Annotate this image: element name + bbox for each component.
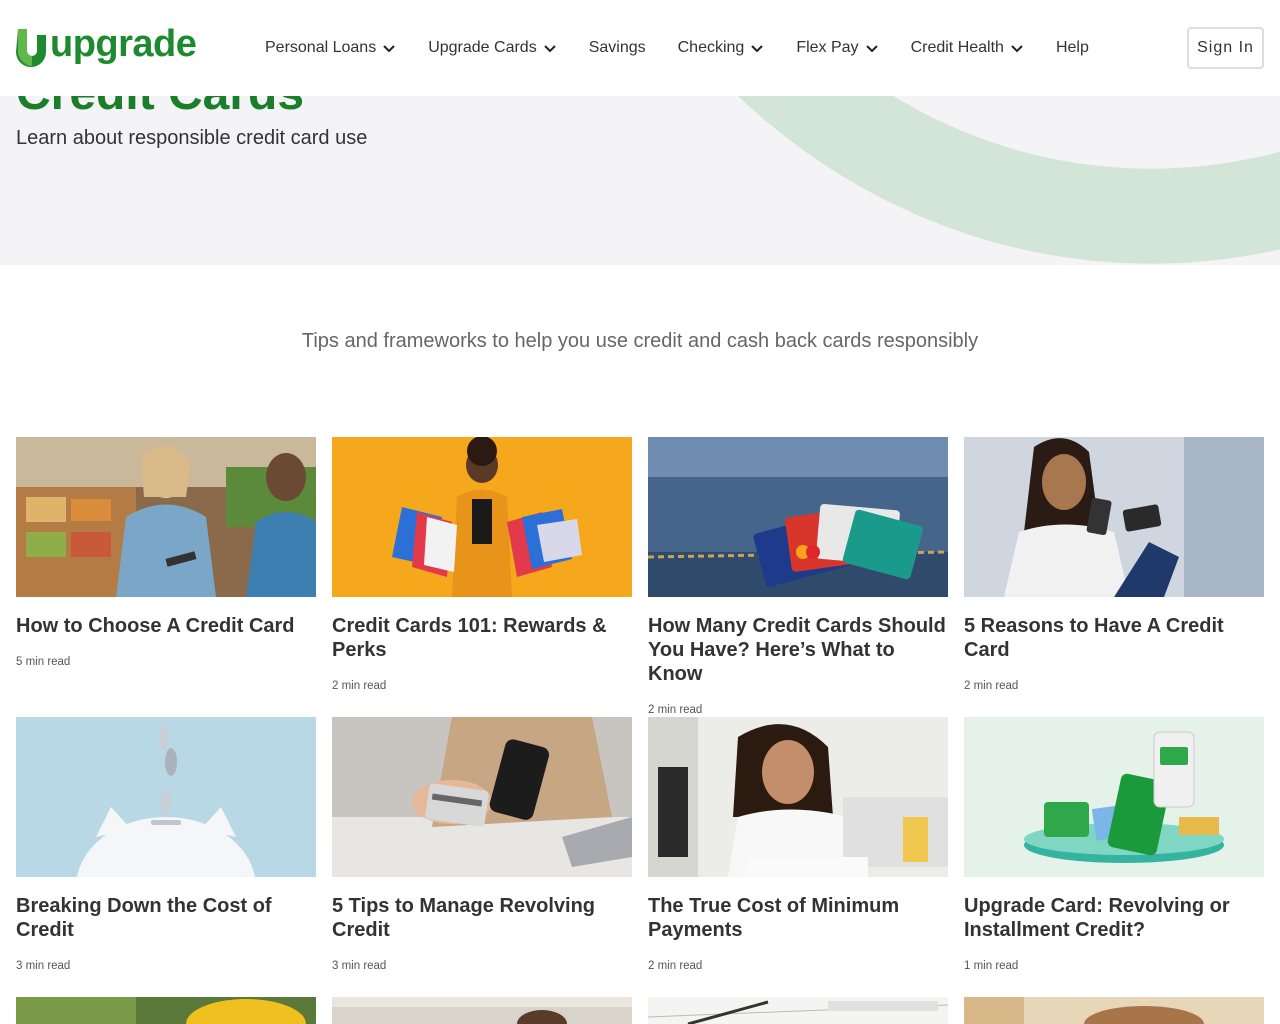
article-read-time: 3 min read <box>332 960 387 972</box>
article-title[interactable]: 5 Reasons to Have A Credit Card <box>964 614 1264 662</box>
chevron-down-icon <box>383 45 395 53</box>
article-card[interactable]: How Many Credit Cards Should You Have? H… <box>648 437 948 716</box>
upgrade-logo[interactable]: upgrade <box>16 25 197 67</box>
article-image <box>964 437 1264 597</box>
article-card[interactable]: 5 Reasons to Have A Credit Card 2 min re… <box>964 437 1264 692</box>
site-header: upgrade Personal Loans Upgrade Cards Sav… <box>0 0 1280 96</box>
nav-savings[interactable]: Savings <box>589 39 646 57</box>
article-read-time: 1 min read <box>964 960 1019 972</box>
article-image[interactable] <box>964 997 1264 1024</box>
chevron-down-icon <box>543 45 556 53</box>
article-title[interactable]: Credit Cards 101: Rewards & Perks <box>332 614 632 662</box>
article-image[interactable] <box>332 997 632 1024</box>
article-image <box>16 717 316 877</box>
nav-flex-pay[interactable]: Flex Pay <box>796 39 878 57</box>
article-read-time: 2 min read <box>648 960 703 972</box>
article-title[interactable]: The True Cost of Minimum Payments <box>648 894 948 942</box>
article-read-time: 2 min read <box>332 680 387 692</box>
article-title[interactable]: Upgrade Card: Revolving or Installment C… <box>964 894 1264 942</box>
section-tagline: Tips and frameworks to help you use cred… <box>301 330 979 352</box>
chevron-down-icon <box>865 45 878 53</box>
article-read-time: 2 min read <box>648 704 703 716</box>
article-image <box>648 717 948 877</box>
nav-label: Personal Loans <box>265 39 377 56</box>
nav-label: Credit Health <box>910 39 1004 56</box>
article-image <box>332 717 632 877</box>
page-subtitle: Learn about responsible credit card use <box>16 127 368 149</box>
article-image <box>332 437 632 597</box>
nav-upgrade-cards[interactable]: Upgrade Cards <box>428 39 557 57</box>
chevron-down-icon <box>1011 45 1023 53</box>
nav-label: Savings <box>588 39 646 56</box>
article-card[interactable]: How to Choose A Credit Card 5 min read <box>16 437 316 668</box>
article-image <box>964 717 1264 877</box>
nav-label: Checking <box>677 39 745 56</box>
article-card[interactable]: Breaking Down the Cost of Credit 3 min r… <box>16 717 316 972</box>
article-read-time: 2 min read <box>964 680 1019 692</box>
article-read-time: 3 min read <box>16 960 71 972</box>
article-title[interactable]: How to Choose A Credit Card <box>16 614 316 638</box>
nav-help[interactable]: Help <box>1056 39 1089 57</box>
article-image <box>16 437 316 597</box>
nav-checking[interactable]: Checking <box>678 39 765 57</box>
article-image[interactable] <box>16 997 316 1024</box>
article-title[interactable]: 5 Tips to Manage Revolving Credit <box>332 894 632 942</box>
article-card[interactable]: Upgrade Card: Revolving or Installment C… <box>964 717 1264 972</box>
main-nav: Personal Loans Upgrade Cards Savings Che… <box>265 37 1121 59</box>
sign-in-button[interactable]: Sign In <box>1187 27 1264 69</box>
nav-credit-health[interactable]: Credit Health <box>911 39 1024 57</box>
article-image <box>648 437 948 597</box>
upgrade-logo-icon <box>16 29 46 67</box>
article-card[interactable]: 5 Tips to Manage Revolving Credit 3 min … <box>332 717 632 972</box>
chevron-down-icon <box>751 45 764 53</box>
article-card[interactable]: The True Cost of Minimum Payments 2 min … <box>648 717 948 972</box>
nav-personal-loans[interactable]: Personal Loans <box>265 39 396 57</box>
article-title[interactable]: Breaking Down the Cost of Credit <box>16 894 316 942</box>
article-image[interactable] <box>648 997 948 1024</box>
nav-label: Flex Pay <box>796 39 859 56</box>
nav-label: Upgrade Cards <box>428 39 537 56</box>
logo-wordmark: upgrade <box>50 23 197 65</box>
nav-label: Help <box>1055 39 1089 56</box>
article-card[interactable]: Credit Cards 101: Rewards & Perks 2 min … <box>332 437 632 692</box>
article-read-time: 5 min read <box>16 656 71 668</box>
article-title[interactable]: How Many Credit Cards Should You Have? H… <box>648 614 948 686</box>
